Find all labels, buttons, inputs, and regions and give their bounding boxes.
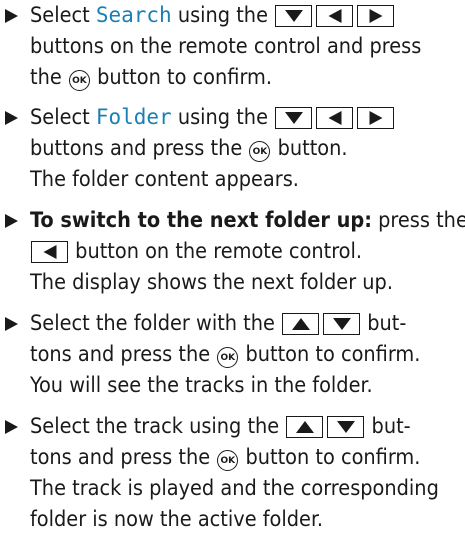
- step-text: button to confirm.: [245, 342, 421, 367]
- down-arrow-button-icon: [275, 5, 313, 27]
- step-line: buttons and press the OK button.: [30, 133, 348, 164]
- step-line: tons and press the OK button to confirm.: [30, 339, 420, 370]
- step-line: Select Search using the: [30, 0, 395, 31]
- step-line: Select the track using the but-: [30, 411, 411, 442]
- step-line: buttons on the remote control and press: [30, 34, 422, 59]
- step-text: the: [30, 65, 62, 90]
- step-text: button on the remote control.: [75, 239, 363, 264]
- ok-button-icon: OK: [217, 450, 239, 471]
- left-arrow-button-icon: [31, 241, 68, 263]
- step-text: Select the track using the: [30, 414, 280, 439]
- up-arrow-button-icon: [282, 313, 320, 335]
- bullet-icon: [5, 317, 18, 331]
- step-text: tons and press the: [30, 342, 211, 367]
- remote-buttons: [31, 241, 68, 263]
- step-text: using the: [171, 3, 268, 28]
- left-arrow-button-icon: [316, 5, 354, 27]
- down-arrow-button-icon: [323, 313, 361, 335]
- step-line: tons and press the OK button to confirm.: [30, 442, 420, 473]
- step-heading: To switch to the next folder up:: [30, 208, 372, 233]
- bullet-icon: [5, 111, 18, 125]
- step-text: tons and press the: [30, 445, 211, 470]
- remote-buttons: [282, 313, 361, 335]
- up-arrow-button-icon: [286, 416, 324, 438]
- bullet-icon: [5, 214, 18, 228]
- step-line: To switch to the next folder up: press t…: [30, 205, 465, 236]
- step-line: button on the remote control.: [30, 236, 362, 267]
- step-line: Select Folder using the: [30, 102, 395, 133]
- left-arrow-button-icon: [316, 107, 354, 129]
- step-text: press the: [372, 208, 465, 233]
- step-result: The folder content appears.: [30, 167, 299, 192]
- down-arrow-button-icon: [275, 107, 313, 129]
- step-result: You will see the tracks in the folder.: [30, 373, 373, 398]
- down-arrow-button-icon: [327, 416, 365, 438]
- step-text: button.: [277, 136, 348, 161]
- step-text: buttons and press the: [30, 136, 243, 161]
- step-text: Select: [30, 3, 96, 28]
- remote-buttons: [275, 5, 395, 27]
- bullet-icon: [5, 420, 18, 434]
- step-result: The track is played and the correspondin…: [30, 476, 439, 501]
- ok-button-icon: OK: [217, 347, 239, 368]
- step-text: but-: [371, 414, 411, 439]
- highlighted-menu-item: Folder: [95, 105, 172, 129]
- step-text: but-: [367, 311, 407, 336]
- step-result: The display shows the next folder up.: [30, 270, 393, 295]
- step-text: Select the folder with the: [30, 311, 275, 336]
- step-line: the OK button to confirm.: [30, 62, 272, 93]
- step-text: button to confirm.: [97, 65, 273, 90]
- remote-buttons: [275, 107, 395, 129]
- highlighted-menu-item: Search: [95, 3, 172, 27]
- right-arrow-button-icon: [357, 107, 395, 129]
- instruction-page: Select Search using the buttons on the r…: [0, 0, 465, 532]
- step-text: button to confirm.: [245, 445, 421, 470]
- bullet-icon: [5, 9, 18, 23]
- right-arrow-button-icon: [357, 5, 395, 27]
- ok-button-icon: OK: [68, 70, 90, 91]
- step-line: Select the folder with the but-: [30, 308, 406, 339]
- step-text: using the: [171, 105, 268, 130]
- ok-button-icon: OK: [249, 141, 271, 162]
- remote-buttons: [286, 416, 365, 438]
- step-text: Select: [30, 105, 96, 130]
